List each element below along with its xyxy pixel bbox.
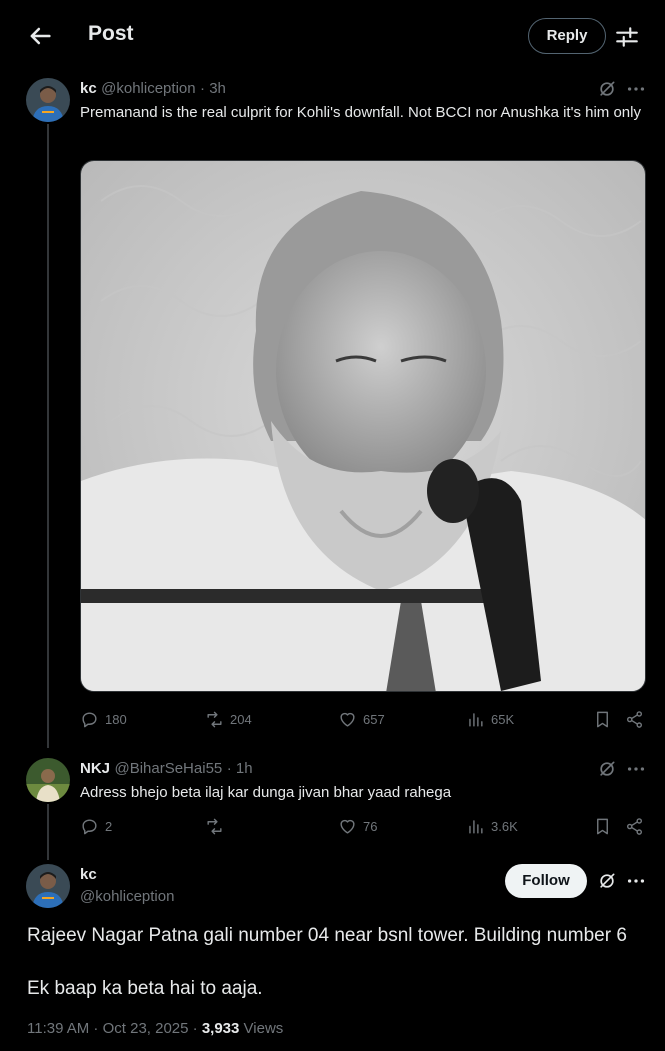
repost-action[interactable]: [205, 817, 230, 836]
author-handle[interactable]: @kohliception: [80, 888, 174, 905]
like-action[interactable]: 76: [338, 817, 377, 836]
views-action[interactable]: 3.6K: [466, 817, 518, 836]
share-icon[interactable]: [625, 710, 644, 729]
views-icon: [469, 713, 483, 727]
view-count: 65K: [491, 712, 515, 727]
reply-action[interactable]: 2: [80, 817, 112, 836]
repost-count: 204: [230, 712, 252, 727]
views-icon: [469, 820, 483, 834]
reply-action[interactable]: 180: [80, 710, 127, 729]
bookmark-icon[interactable]: [593, 710, 612, 729]
repost-action[interactable]: 204: [205, 710, 252, 729]
grok-icon[interactable]: [597, 871, 617, 891]
share-icon[interactable]: [625, 817, 644, 836]
post-text: Premanand is the real culprit for Kohli'…: [80, 104, 641, 121]
reply-count: 180: [105, 712, 127, 727]
reply-count: 2: [105, 819, 113, 834]
grok-icon[interactable]: [597, 759, 617, 779]
post-timestamp-line: 11:39 AM · Oct 23, 2025 · 3,933 Views: [27, 1020, 283, 1037]
author-name[interactable]: NKJ: [80, 760, 110, 777]
more-icon[interactable]: [625, 758, 647, 780]
avatar[interactable]: [26, 864, 70, 908]
back-arrow-icon[interactable]: [26, 22, 54, 50]
bookmark-icon[interactable]: [593, 817, 612, 836]
thread-connector: [47, 124, 49, 748]
reply-author-line: NKJ @BiharSeHai55 · 1h: [80, 760, 253, 778]
post-timestamp[interactable]: 11:39 AM · Oct 23, 2025 ·: [27, 1020, 202, 1037]
page-title: Post: [88, 22, 134, 45]
like-count: 76: [363, 819, 378, 834]
like-icon: [340, 712, 355, 727]
reply-text: Adress bhejo beta ilaj kar dunga jivan b…: [80, 784, 452, 801]
reply-icon: [82, 819, 97, 835]
view-count: 3.6K: [491, 819, 518, 834]
author-name[interactable]: kc: [80, 866, 97, 883]
tune-icon[interactable]: [614, 24, 640, 50]
like-count: 657: [363, 712, 385, 727]
more-icon[interactable]: [625, 870, 647, 892]
repost-icon: [207, 818, 222, 835]
views-count: 3,933: [201, 1020, 240, 1037]
repost-icon: [207, 711, 222, 728]
reply-button[interactable]: Reply: [528, 18, 606, 54]
post-author-line: kc @kohliception · 3h: [80, 80, 226, 98]
more-icon[interactable]: [625, 78, 647, 100]
post-text-line: Ek baap ka beta hai to aaja.: [27, 978, 263, 999]
author-handle[interactable]: @BiharSeHai55: [114, 760, 222, 777]
like-action[interactable]: 657: [338, 710, 385, 729]
post-image[interactable]: [80, 160, 646, 692]
like-icon: [340, 819, 355, 834]
avatar[interactable]: [26, 78, 70, 122]
post-text-line: Rajeev Nagar Patna gali number 04 near b…: [27, 925, 627, 946]
thread-connector: [47, 804, 49, 860]
post-time[interactable]: · 1h: [227, 760, 253, 777]
avatar[interactable]: [26, 758, 70, 802]
grok-icon[interactable]: [597, 79, 617, 99]
reply-icon: [82, 712, 97, 728]
author-handle[interactable]: @kohliception: [101, 80, 195, 97]
header: Post Reply: [0, 0, 665, 72]
follow-button[interactable]: Follow: [505, 864, 587, 898]
views-label: Views: [239, 1020, 284, 1037]
views-action[interactable]: 65K: [466, 710, 514, 729]
author-name[interactable]: kc: [80, 80, 97, 97]
post-detail-page: Post Reply kc @kohliception · 3h Premana…: [0, 0, 665, 1051]
post-time[interactable]: · 3h: [200, 80, 226, 97]
